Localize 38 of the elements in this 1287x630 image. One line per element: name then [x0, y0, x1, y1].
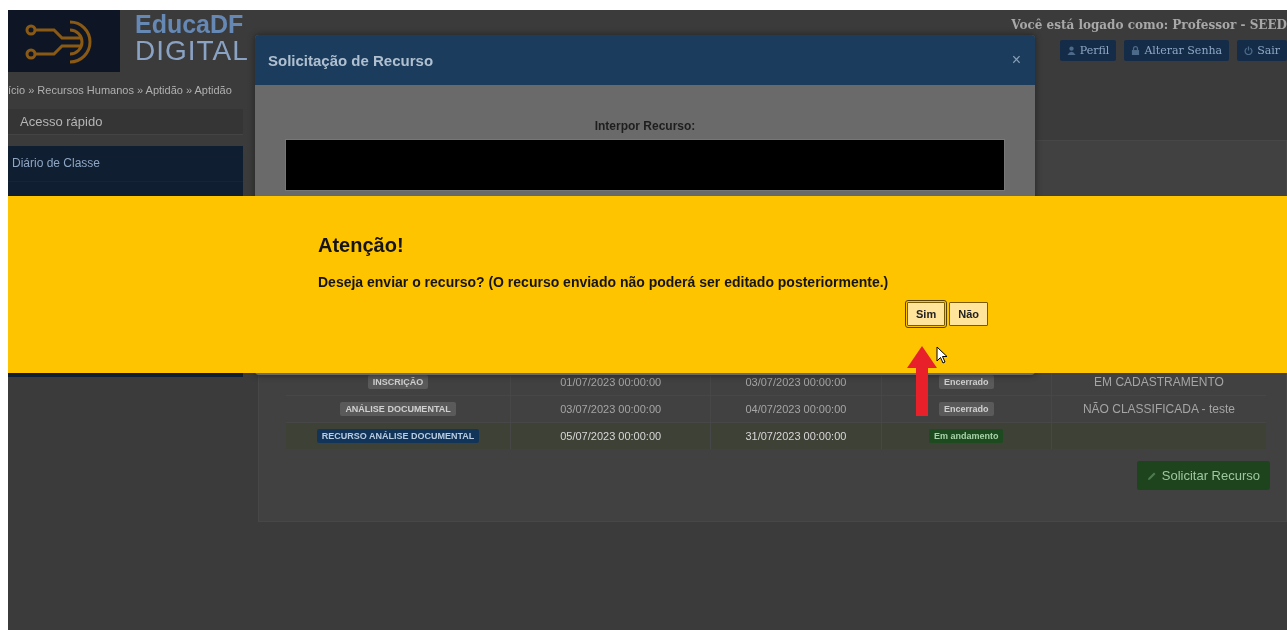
quick-access-field[interactable]: Acesso rápido: [8, 109, 243, 135]
close-button[interactable]: ×: [1009, 51, 1023, 69]
change-password-button[interactable]: Alterar Senha: [1124, 40, 1230, 61]
stage-badge: ANÁLISE DOCUMENTAL: [340, 402, 456, 416]
redacted-text-area[interactable]: [285, 139, 1005, 191]
status-badge: Encerrado: [938, 375, 994, 389]
alert-title: Atenção!: [318, 234, 405, 257]
cancel-button[interactable]: Não: [949, 302, 988, 326]
mouse-pointer-icon: [936, 346, 948, 364]
status-badge: Encerrado: [938, 402, 994, 416]
request-appeal-button[interactable]: Solicitar Recurso: [1136, 461, 1270, 490]
table-cell: 03/07/2023 00:00:00: [745, 376, 847, 388]
table-cell: 05/07/2023 00:00:00: [560, 430, 662, 442]
stage-badge: INSCRIÇÃO: [367, 375, 429, 389]
table-cell: EM CADASTRAMENTO: [1094, 375, 1224, 389]
logout-button[interactable]: Sair: [1237, 40, 1287, 61]
lock-icon: [1131, 46, 1141, 55]
sidebar-item[interactable]: Diário de Classe: [8, 146, 243, 182]
table-cell: 31/07/2023 00:00:00: [745, 430, 847, 442]
table-cell: NÃO CLASSIFICADA - teste: [1082, 402, 1235, 416]
table-cell: 03/07/2023 00:00:00: [560, 403, 662, 415]
table-cell: 04/07/2023 00:00:00: [745, 403, 847, 415]
pencil-icon: [1146, 470, 1157, 481]
login-status: Você está logado como: Professor - SEED: [1011, 18, 1287, 32]
arrow-icon: [907, 346, 937, 416]
profile-button[interactable]: Perfil: [1059, 40, 1117, 61]
logo-subtitle: DIGITAL: [135, 37, 249, 65]
table-cell: 01/07/2023 00:00:00: [560, 376, 662, 388]
stage-badge: RECURSO ANÁLISE DOCUMENTAL: [316, 429, 480, 443]
alert-message: Deseja enviar o recurso? (O recurso enviado não poderá ser editado posteriormente.): [318, 274, 890, 290]
modal-title: Solicitação de Recurso: [268, 51, 434, 69]
power-icon: [1244, 46, 1254, 55]
status-badge: Em andamento: [928, 429, 1004, 443]
confirm-button[interactable]: Sim: [907, 302, 946, 326]
field-label: Interpor Recurso:: [593, 119, 697, 133]
logo-title: EducaDF: [135, 10, 245, 37]
breadcrumb: ício » Recursos Humanos » Aptidão » Aptidão: [8, 83, 233, 98]
user-icon: [1066, 46, 1076, 55]
